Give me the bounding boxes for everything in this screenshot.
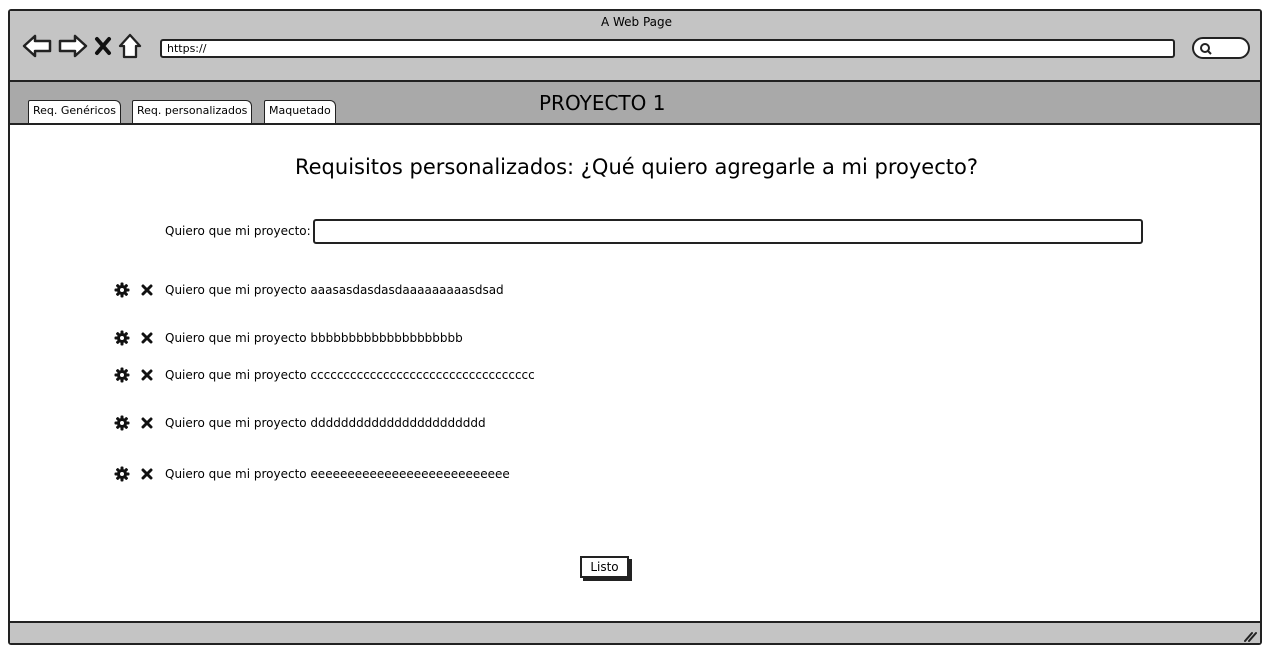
list-item: Quiero que mi proyecto ccccccccccccccccc… xyxy=(113,365,535,385)
browser-nav-buttons xyxy=(22,31,142,61)
list-item: Quiero que mi proyecto aaasasdasdasdaaaa… xyxy=(113,280,504,300)
resize-grip-icon[interactable] xyxy=(1243,627,1257,646)
back-arrow-icon[interactable] xyxy=(22,34,52,58)
gear-icon[interactable] xyxy=(113,367,130,384)
status-bar xyxy=(10,621,1260,643)
browser-search-box[interactable] xyxy=(1192,37,1250,59)
tab-req-personalizados[interactable]: Req. personalizados xyxy=(132,100,253,123)
page-heading: Requisitos personalizados: ¿Qué quiero a… xyxy=(294,155,978,179)
requirement-text: Quiero que mi proyecto ddddddddddddddddd… xyxy=(165,416,486,430)
list-item: Quiero que mi proyecto bbbbbbbbbbbbbbbbb… xyxy=(113,328,463,348)
list-item: Quiero que mi proyecto eeeeeeeeeeeeeeeee… xyxy=(113,464,510,484)
close-icon[interactable] xyxy=(138,367,155,384)
window-title: A Web Page xyxy=(600,15,673,29)
close-icon[interactable] xyxy=(138,330,155,347)
list-item: Quiero que mi proyecto ddddddddddddddddd… xyxy=(113,413,486,433)
gear-icon[interactable] xyxy=(113,330,130,347)
requirement-text: Quiero que mi proyecto eeeeeeeeeeeeeeeee… xyxy=(165,467,510,481)
gear-icon[interactable] xyxy=(113,466,130,483)
home-icon[interactable] xyxy=(118,33,142,59)
close-icon[interactable] xyxy=(94,35,112,57)
forward-arrow-icon[interactable] xyxy=(58,34,88,58)
tab-req-genericos[interactable]: Req. Genéricos xyxy=(28,100,122,123)
close-icon[interactable] xyxy=(138,282,155,299)
project-title: PROYECTO 1 xyxy=(539,91,666,115)
requirement-text: Quiero que mi proyecto ccccccccccccccccc… xyxy=(165,368,535,382)
tab-maquetado[interactable]: Maquetado xyxy=(264,100,336,123)
gear-icon[interactable] xyxy=(113,415,130,432)
requirement-input-label: Quiero que mi proyecto: xyxy=(165,224,311,238)
requirement-input[interactable] xyxy=(313,219,1143,244)
close-icon[interactable] xyxy=(138,415,155,432)
divider xyxy=(10,123,1260,125)
requirement-text: Quiero que mi proyecto bbbbbbbbbbbbbbbbb… xyxy=(165,331,463,345)
close-icon[interactable] xyxy=(138,466,155,483)
url-bar[interactable]: https:// xyxy=(160,39,1175,58)
done-button[interactable]: Listo xyxy=(580,556,629,578)
gear-icon[interactable] xyxy=(113,282,130,299)
requirement-text: Quiero que mi proyecto aaasasdasdasdaaaa… xyxy=(165,283,504,297)
